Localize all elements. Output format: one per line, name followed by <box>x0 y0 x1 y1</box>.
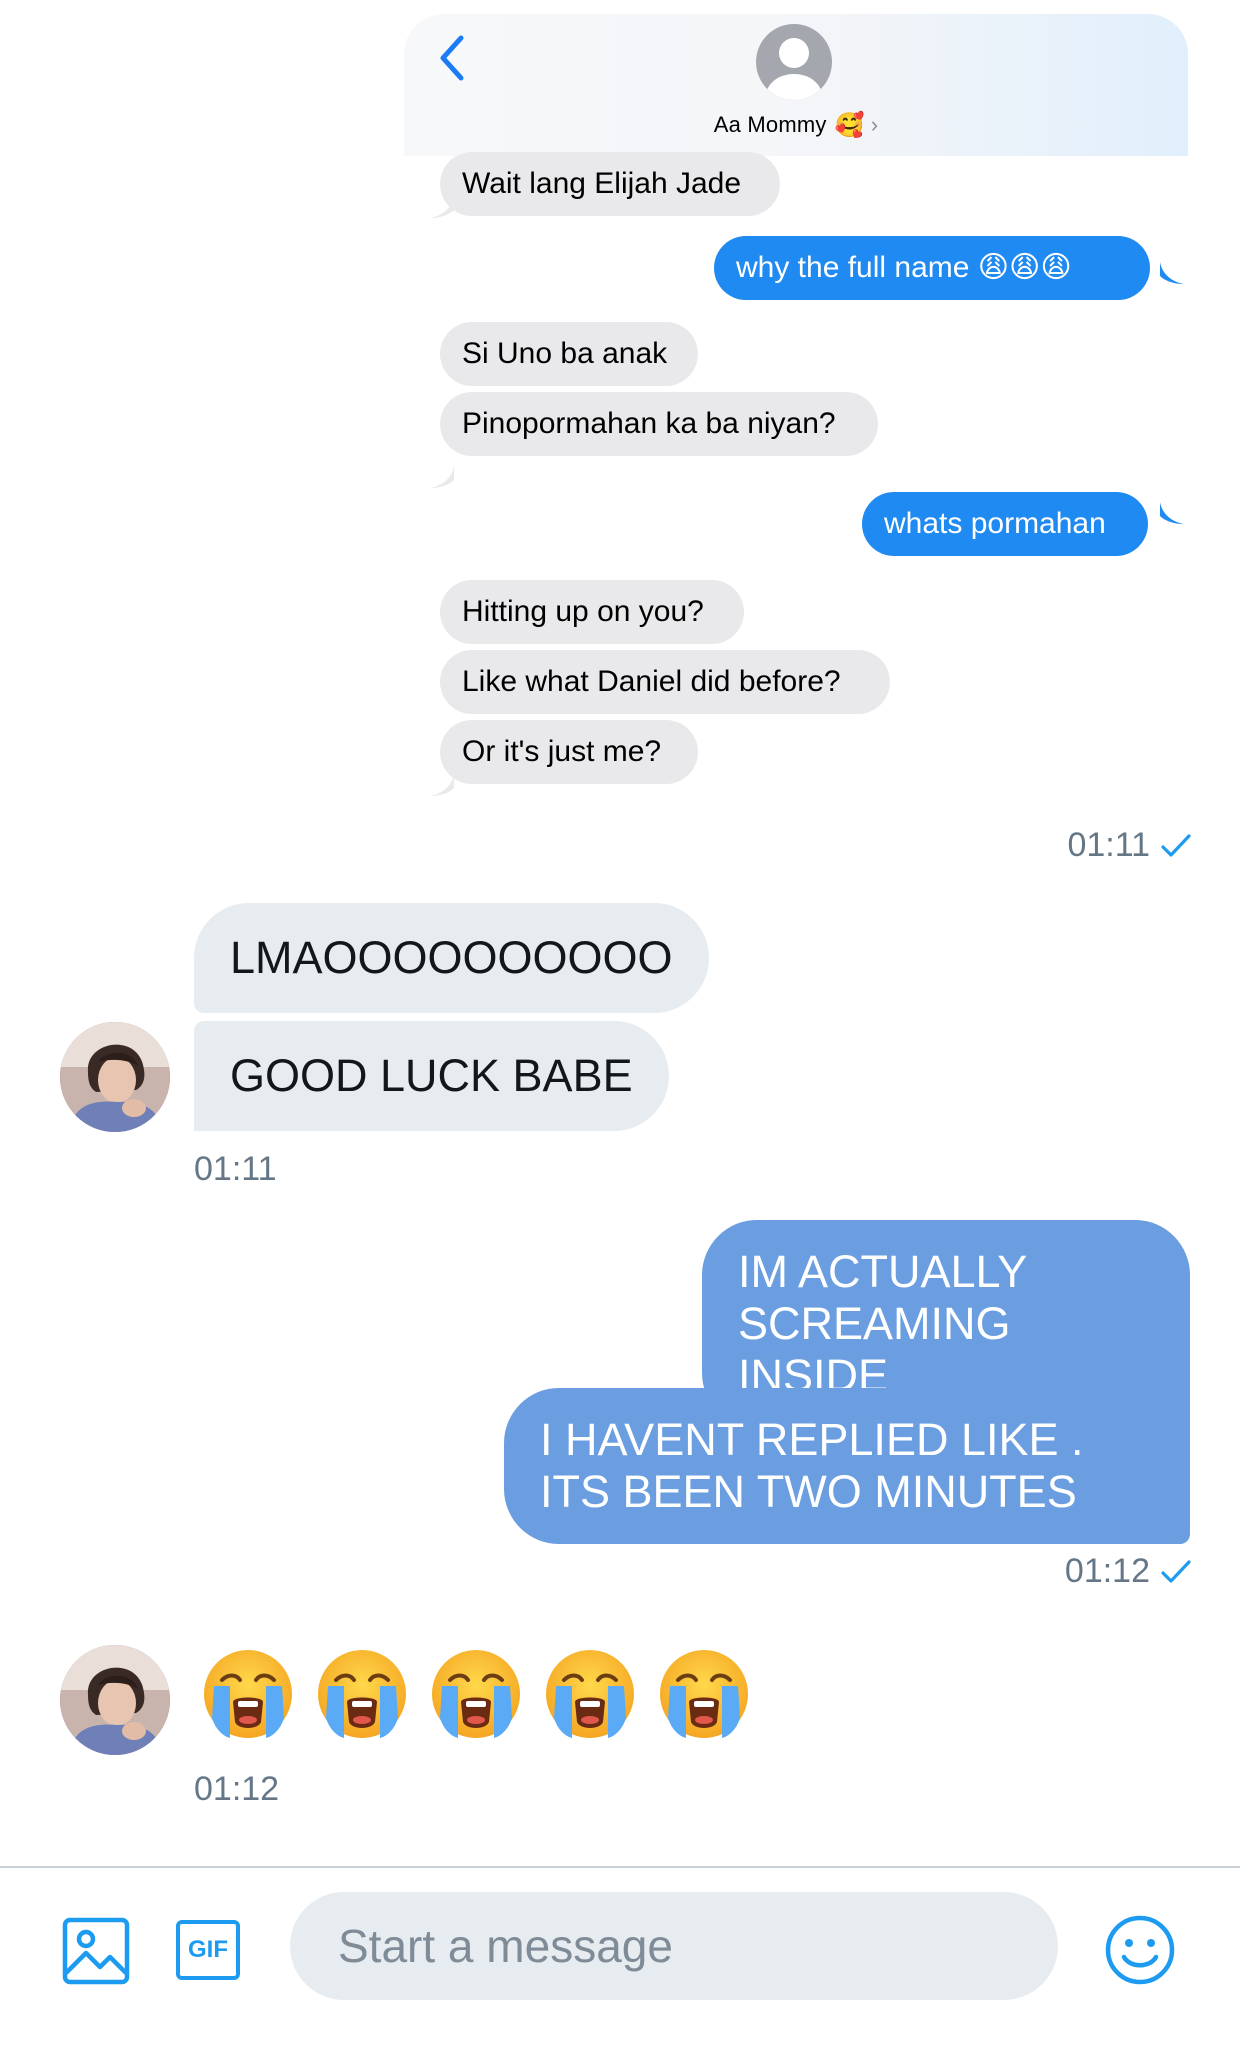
contact-avatar-icon <box>756 24 832 100</box>
sender-avatar[interactable] <box>60 1022 170 1132</box>
imessage-received: Like what Daniel did before? <box>440 650 890 714</box>
image-icon[interactable] <box>62 1917 130 1990</box>
loudly-crying-face-icon <box>656 1646 752 1742</box>
received-message[interactable]: GOOD LUCK BABE <box>194 1021 669 1131</box>
received-timestamp: 01:12 <box>194 1770 279 1809</box>
loudly-crying-face-icon <box>542 1646 638 1742</box>
imessage-received: Pinopormahan ka ba niyan? <box>440 392 878 456</box>
emoji-icon[interactable] <box>1104 1914 1176 1991</box>
read-check-icon <box>1161 833 1191 857</box>
timestamp-text: 01:11 <box>1067 826 1150 864</box>
gif-icon[interactable]: GIF <box>176 1920 240 1980</box>
imessage-received: Si Uno ba anak <box>440 322 698 386</box>
timestamp-text: 01:12 <box>1064 1552 1150 1590</box>
contact-emoji: 🥰 <box>834 111 865 139</box>
bubble-tail <box>430 774 454 796</box>
loudly-crying-face-icon <box>314 1646 410 1742</box>
shared-screenshot[interactable]: Aa Mommy 🥰 › Wait lang Elijah Jade why t… <box>404 14 1188 796</box>
bubble-tail <box>430 466 454 488</box>
bubble-tail <box>1160 262 1184 284</box>
imessage-sent: whats pormahan <box>862 492 1148 556</box>
imessage-received: Hitting up on you? <box>440 580 744 644</box>
sent-timestamp: 01:12 <box>1065 1552 1192 1591</box>
chevron-right-icon: › <box>870 112 879 137</box>
loudly-crying-face-icon <box>428 1646 524 1742</box>
imessage-received: Or it's just me? <box>440 720 698 784</box>
received-message[interactable]: LMAOOOOOOOOOO <box>194 903 709 1013</box>
contact-name: Aa Mommy <box>713 112 827 137</box>
sent-timestamp: 01:11 <box>1067 826 1192 865</box>
message-input[interactable]: Start a message <box>290 1892 1058 2000</box>
contact-name-row: Aa Mommy 🥰 › <box>404 108 1188 142</box>
received-timestamp: 01:11 <box>194 1150 277 1189</box>
bubble-tail <box>1160 502 1184 524</box>
read-check-icon <box>1161 1559 1191 1583</box>
sent-message[interactable]: I HAVENT REPLIED LIKE . ITS BEEN TWO MIN… <box>504 1388 1190 1544</box>
timestamp-text: 01:11 <box>194 1150 277 1188</box>
sender-avatar[interactable] <box>60 1645 170 1755</box>
imessage-sent: why the full name 😩😩😩 <box>714 236 1150 300</box>
gif-label: GIF <box>188 1936 228 1963</box>
message-input-placeholder: Start a message <box>338 1920 673 1972</box>
timestamp-text: 01:12 <box>194 1770 280 1808</box>
loudly-crying-face-icon <box>200 1646 296 1742</box>
imessage-received: Wait lang Elijah Jade <box>440 152 780 216</box>
composer-divider <box>0 1866 1240 1868</box>
back-chevron-icon <box>432 32 472 84</box>
